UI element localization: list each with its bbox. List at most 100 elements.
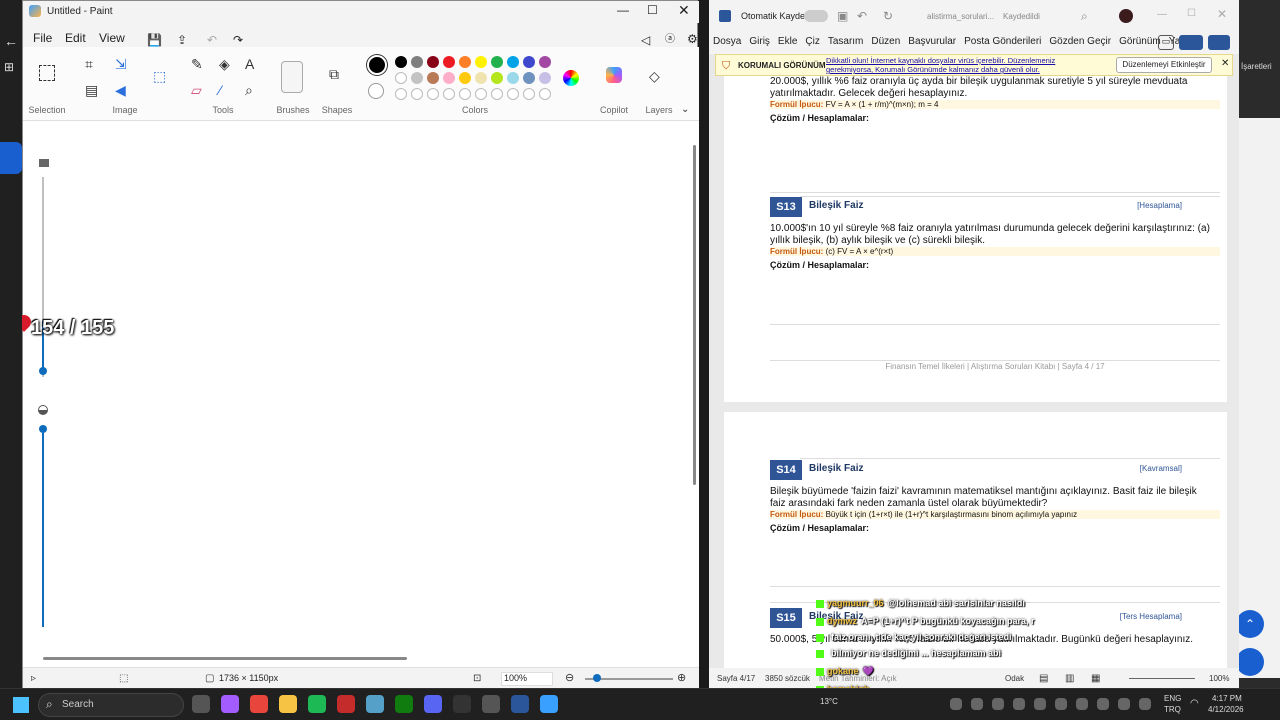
ribbon-tab-0[interactable]: Dosya	[709, 32, 745, 51]
color-swatch[interactable]	[411, 72, 423, 84]
color-swatch[interactable]	[507, 72, 519, 84]
xbox-icon[interactable]	[1097, 698, 1109, 710]
word-icon[interactable]	[511, 695, 529, 713]
color-swatch[interactable]	[539, 72, 551, 84]
xbox-icon[interactable]	[395, 695, 413, 713]
web-layout-icon[interactable]: ▦	[1091, 672, 1100, 686]
ribbon-tab-1[interactable]: Giriş	[745, 32, 774, 51]
color-swatch[interactable]	[539, 56, 551, 68]
pencil-icon[interactable]: ✎	[191, 57, 203, 71]
chrome-icon[interactable]	[950, 698, 962, 710]
custom-color-swatch[interactable]	[395, 88, 407, 100]
layers-icon[interactable]: ◇	[649, 69, 660, 83]
language-indicator[interactable]: ENG	[1164, 694, 1181, 703]
region-indicator[interactable]: TRQ	[1164, 705, 1181, 714]
color-swatch[interactable]	[523, 72, 535, 84]
secondary-color[interactable]	[368, 83, 384, 99]
ribbon-tab-7[interactable]: Posta Gönderileri	[960, 32, 1045, 51]
wattpad-icon[interactable]	[337, 695, 355, 713]
color-swatch[interactable]	[507, 56, 519, 68]
close-button[interactable]: ✕	[678, 2, 690, 19]
custom-color-swatch[interactable]	[427, 88, 439, 100]
crop-icon[interactable]: ⌗	[85, 57, 93, 71]
brush-size-thumb[interactable]	[39, 367, 47, 375]
custom-color-swatch[interactable]	[443, 88, 455, 100]
color-swatch[interactable]	[411, 56, 423, 68]
discord-icon[interactable]	[1034, 698, 1046, 710]
settings-icon[interactable]	[366, 695, 384, 713]
ribbon-tab-6[interactable]: Başvurular	[904, 32, 960, 51]
paint-icon[interactable]	[540, 695, 558, 713]
remove-background-icon[interactable]: ▤	[85, 83, 98, 97]
resize-icon[interactable]: ⇲	[115, 57, 127, 71]
app-icon[interactable]	[1118, 698, 1130, 710]
apps-grid-icon[interactable]: ⊞	[4, 60, 14, 74]
firefox-icon[interactable]	[1013, 698, 1025, 710]
redo-icon[interactable]: ↻	[883, 9, 893, 23]
read-mode-icon[interactable]: ▤	[1039, 672, 1048, 686]
autosave-toggle[interactable]	[804, 10, 828, 22]
opacity-slider[interactable]	[42, 433, 44, 627]
close-button[interactable]: ✕	[1217, 7, 1227, 21]
search-box[interactable]	[38, 693, 184, 717]
custom-color-swatch[interactable]	[539, 88, 551, 100]
color-swatch[interactable]	[427, 56, 439, 68]
ribbon-tab-2[interactable]: Ekle	[774, 32, 801, 51]
custom-color-swatch[interactable]	[523, 88, 535, 100]
zoom-slider[interactable]	[1129, 678, 1195, 679]
undo-icon[interactable]: ↶	[857, 9, 867, 23]
custom-color-swatch[interactable]	[491, 88, 503, 100]
color-swatch[interactable]	[459, 72, 471, 84]
editing-mode-button[interactable]	[1179, 35, 1203, 50]
print-layout-icon[interactable]: ▥	[1065, 672, 1074, 686]
selection-tool-icon[interactable]	[39, 65, 55, 81]
fill-icon[interactable]: ◈	[219, 57, 230, 71]
color-swatch[interactable]	[395, 72, 407, 84]
shapes-icon[interactable]: ⧉	[329, 67, 339, 81]
custom-color-swatch[interactable]	[475, 88, 487, 100]
opacity-thumb[interactable]	[39, 425, 47, 433]
horizontal-scrollbar[interactable]	[43, 657, 407, 660]
zoom-select[interactable]: 100%	[501, 672, 553, 686]
save-icon[interactable]: ▣	[837, 9, 848, 23]
color-swatch[interactable]	[491, 72, 503, 84]
color-swatch[interactable]	[475, 72, 487, 84]
search-icon[interactable]: ⌕	[1081, 9, 1088, 23]
custom-color-swatch[interactable]	[459, 88, 471, 100]
side-tab-icon[interactable]	[0, 142, 22, 174]
focus-button[interactable]: Odak	[1005, 674, 1024, 683]
ribbon-expand-icon[interactable]: ⌄	[681, 103, 689, 117]
image-select-icon[interactable]: ⬚	[153, 69, 166, 83]
file-icon[interactable]	[971, 698, 983, 710]
obs-icon[interactable]	[482, 695, 500, 713]
enable-editing-button[interactable]: Düzenlemeyi Etkinleştir	[1116, 57, 1212, 73]
task-view-icon[interactable]	[192, 695, 210, 713]
app-icon[interactable]	[1076, 698, 1088, 710]
text-icon[interactable]: A	[245, 57, 254, 71]
ribbon-tab-8[interactable]: Gözden Geçir	[1045, 32, 1115, 51]
zoom-in-icon[interactable]: ⊕	[677, 671, 686, 685]
edit-colors-icon[interactable]	[563, 70, 579, 86]
color-swatch[interactable]	[395, 56, 407, 68]
brushes-button[interactable]	[281, 61, 303, 93]
file-explorer-icon[interactable]	[279, 695, 297, 713]
color-swatch[interactable]	[427, 72, 439, 84]
ribbon-tab-3[interactable]: Çiz	[801, 32, 823, 51]
share-button[interactable]	[1208, 35, 1230, 50]
zoom-out-icon[interactable]: ⊖	[565, 671, 574, 685]
app-button[interactable]	[1236, 648, 1264, 676]
page-indicator[interactable]: Sayfa 4/17	[717, 674, 755, 683]
copilot-icon[interactable]	[221, 695, 239, 713]
magnifier-icon[interactable]: ⌕	[245, 83, 253, 97]
eraser-icon[interactable]: ▱	[191, 83, 202, 97]
discord-icon[interactable]	[424, 695, 442, 713]
minimize-button[interactable]: —	[617, 3, 629, 17]
paint-canvas[interactable]: 154 / 155	[14, 121, 699, 667]
color-swatch[interactable]	[523, 56, 535, 68]
scroll-up-button[interactable]: ⌃	[1236, 610, 1264, 638]
zoom-level[interactable]: 100%	[1209, 674, 1229, 683]
color-swatch[interactable]	[459, 56, 471, 68]
steam-icon[interactable]	[453, 695, 471, 713]
vertical-scrollbar[interactable]	[693, 145, 696, 485]
maximize-button[interactable]: ☐	[1187, 8, 1196, 19]
